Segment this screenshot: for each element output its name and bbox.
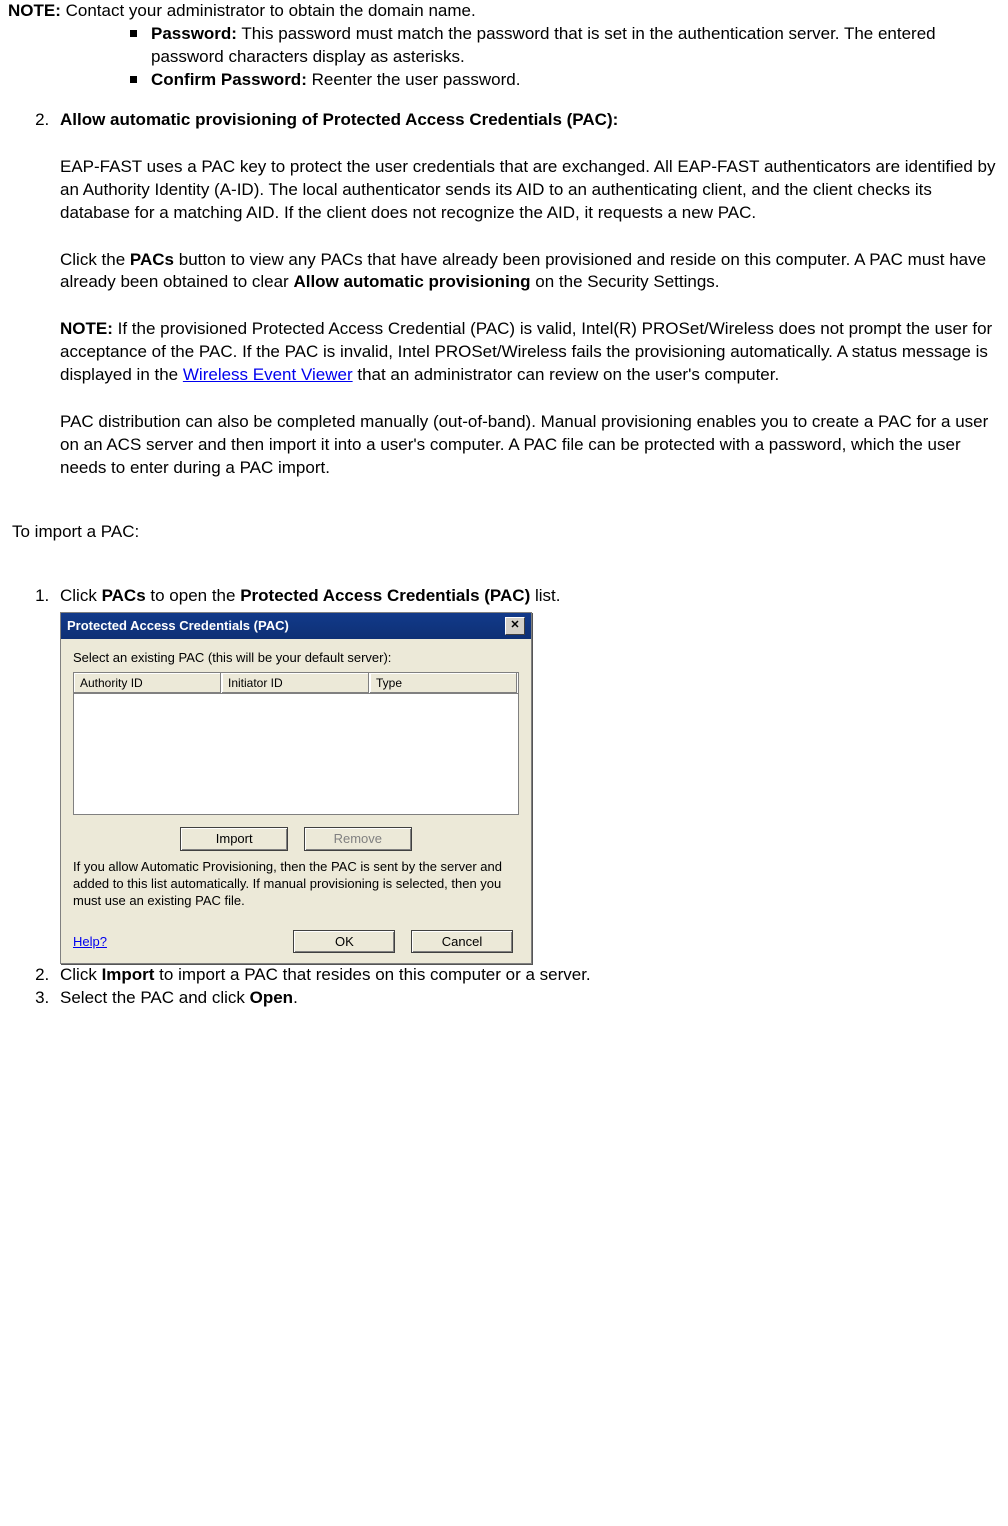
- import-step-1-text: Click PACs to open the Protected Access …: [60, 585, 1000, 608]
- pac-list-area[interactable]: [73, 694, 519, 815]
- pac-list-header: Authority ID Initiator ID Type: [73, 672, 519, 694]
- item2-p2-post: on the Security Settings.: [531, 272, 720, 291]
- item2-p2-b2: Allow automatic provisioning: [293, 272, 530, 291]
- list-item-2: Allow automatic provisioning of Protecte…: [54, 109, 1000, 480]
- pac-dialog: Protected Access Credentials (PAC) ✕ Sel…: [60, 612, 532, 964]
- main-ordered-list: Allow automatic provisioning of Protecte…: [20, 109, 1000, 480]
- item2-p2-b1: PACs: [130, 250, 174, 269]
- s3-pre: Select the PAC and click: [60, 988, 250, 1007]
- item2-heading-text: Allow automatic provisioning of Protecte…: [60, 110, 618, 129]
- ok-button[interactable]: OK: [293, 930, 395, 954]
- dialog-button-row: Import Remove: [73, 827, 519, 851]
- confirm-password-label: Confirm Password:: [151, 70, 307, 89]
- s2-post: to import a PAC that resides on this com…: [154, 965, 590, 984]
- item2-heading: Allow automatic provisioning of Protecte…: [60, 109, 1000, 132]
- item2-p2: Click the PACs button to view any PACs t…: [60, 249, 1000, 295]
- password-text: This password must match the password th…: [151, 24, 936, 66]
- import-steps-list: Click PACs to open the Protected Access …: [20, 585, 1000, 1010]
- dialog-select-label: Select an existing PAC (this will be you…: [73, 649, 519, 667]
- item2-p2-pre: Click the: [60, 250, 130, 269]
- close-icon[interactable]: ✕: [505, 617, 525, 635]
- item2-note: NOTE: If the provisioned Protected Acces…: [60, 318, 1000, 387]
- s1-mid: to open the: [146, 586, 241, 605]
- note-domain-text: Contact your administrator to obtain the…: [61, 1, 476, 20]
- dialog-note: If you allow Automatic Provisioning, the…: [73, 859, 519, 910]
- password-bullet-row: Password: This password must match the p…: [151, 23, 1000, 69]
- dialog-title: Protected Access Credentials (PAC): [67, 617, 289, 635]
- import-step-2: Click Import to import a PAC that reside…: [54, 964, 1000, 987]
- note-domain: NOTE: Contact your administrator to obta…: [8, 0, 1000, 23]
- s2-pre: Click: [60, 965, 102, 984]
- s1-post: list.: [530, 586, 560, 605]
- square-bullet-icon: [130, 76, 137, 83]
- dialog-titlebar: Protected Access Credentials (PAC) ✕: [61, 613, 531, 639]
- dialog-footer: Help? OK Cancel: [61, 922, 531, 964]
- col-authority-id[interactable]: Authority ID: [74, 673, 222, 693]
- password-label: Password:: [151, 24, 237, 43]
- note-label: NOTE:: [8, 1, 61, 20]
- import-heading: To import a PAC:: [12, 521, 1000, 544]
- dialog-body: Select an existing PAC (this will be you…: [61, 639, 531, 922]
- item2-note-label: NOTE:: [60, 319, 113, 338]
- col-type[interactable]: Type: [370, 673, 518, 693]
- item2-note-b: that an administrator can review on the …: [353, 365, 780, 384]
- s1-b1: PACs: [102, 586, 146, 605]
- square-bullet-icon: [130, 30, 137, 37]
- col-initiator-id[interactable]: Initiator ID: [222, 673, 370, 693]
- remove-button: Remove: [304, 827, 412, 851]
- footer-buttons: OK Cancel: [287, 930, 519, 954]
- s1-pre: Click: [60, 586, 102, 605]
- confirm-password-text: Reenter the user password.: [307, 70, 521, 89]
- import-button[interactable]: Import: [180, 827, 288, 851]
- document-page: NOTE: Contact your administrator to obta…: [0, 0, 1008, 1047]
- s2-b1: Import: [102, 965, 155, 984]
- wireless-event-viewer-link[interactable]: Wireless Event Viewer: [183, 365, 353, 384]
- item2-p4: PAC distribution can also be completed m…: [60, 411, 1000, 480]
- s3-post: .: [293, 988, 298, 1007]
- s1-b2: Protected Access Credentials (PAC): [240, 586, 530, 605]
- s3-b1: Open: [250, 988, 293, 1007]
- import-step-1: Click PACs to open the Protected Access …: [54, 585, 1000, 964]
- confirm-password-bullet-row: Confirm Password: Reenter the user passw…: [151, 69, 1000, 92]
- item2-p1: EAP-FAST uses a PAC key to protect the u…: [60, 156, 1000, 225]
- cancel-button[interactable]: Cancel: [411, 930, 513, 954]
- help-link[interactable]: Help?: [73, 933, 107, 951]
- import-step-3: Select the PAC and click Open.: [54, 987, 1000, 1010]
